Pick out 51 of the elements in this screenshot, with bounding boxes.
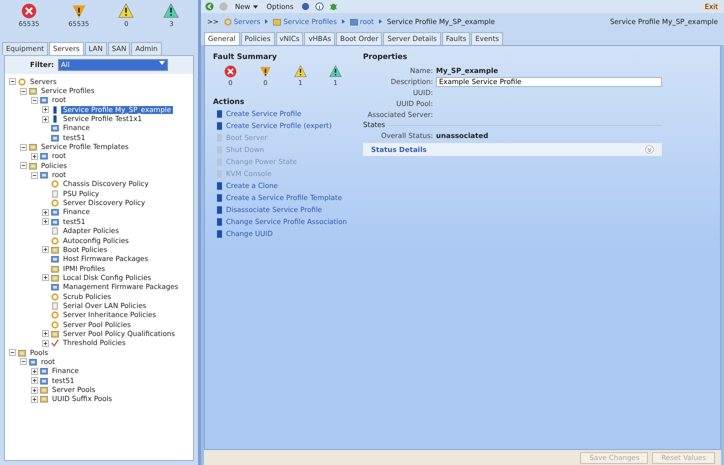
- check-icon: [51, 339, 59, 348]
- expander-icon[interactable]: [31, 386, 38, 394]
- expander-icon[interactable]: [31, 152, 38, 160]
- gear-icon: [51, 292, 59, 301]
- warning-icon: [259, 65, 272, 78]
- expander-icon[interactable]: [31, 368, 38, 375]
- error-icon: [20, 3, 37, 19]
- warning-icon: [118, 3, 134, 19]
- chevron-icon: [342, 19, 345, 24]
- bug-icon[interactable]: [328, 2, 338, 11]
- gear-icon: [224, 18, 232, 26]
- back-icon[interactable]: [205, 2, 214, 11]
- folder-icon: [350, 18, 358, 26]
- chevron-icon: [378, 19, 382, 24]
- expander-icon[interactable]: [20, 144, 27, 151]
- document-icon: [51, 190, 59, 198]
- folder-icon: [273, 18, 282, 26]
- expander-icon[interactable]: [20, 88, 27, 95]
- expander-icon[interactable]: [31, 396, 38, 403]
- expander-icon[interactable]: [42, 274, 49, 282]
- expander-icon[interactable]: [42, 106, 49, 114]
- expander-icon[interactable]: [42, 218, 49, 226]
- caret-icon: [252, 4, 258, 8]
- gear-icon: [18, 78, 26, 86]
- expand-icon[interactable]: [645, 145, 654, 154]
- chevron-icon: [265, 19, 268, 24]
- expander-icon[interactable]: [42, 330, 49, 338]
- expander-icon[interactable]: [20, 162, 27, 170]
- gear-icon: [51, 180, 59, 188]
- expander-icon[interactable]: [42, 116, 49, 123]
- gear-icon: [51, 199, 59, 208]
- expander-icon[interactable]: [9, 78, 16, 86]
- expander-icon[interactable]: [42, 208, 49, 216]
- caret-icon: [158, 61, 165, 65]
- gear-icon: [51, 236, 59, 245]
- expander-icon[interactable]: [31, 172, 38, 179]
- expander-icon[interactable]: [9, 349, 16, 356]
- warning-icon: [70, 3, 87, 19]
- folder-icon: [51, 330, 59, 338]
- warning-icon: [163, 3, 180, 19]
- warning-icon: [329, 65, 342, 78]
- expander-icon[interactable]: [42, 246, 49, 254]
- document-icon: [51, 227, 59, 236]
- expander-icon[interactable]: [20, 358, 27, 366]
- warning-icon: [294, 65, 307, 78]
- error-icon: [224, 65, 237, 78]
- expander-icon[interactable]: [31, 96, 38, 104]
- expander-icon[interactable]: [42, 340, 49, 347]
- expander-icon[interactable]: [31, 377, 38, 384]
- info-icon[interactable]: [314, 2, 324, 11]
- document-icon: [51, 302, 59, 310]
